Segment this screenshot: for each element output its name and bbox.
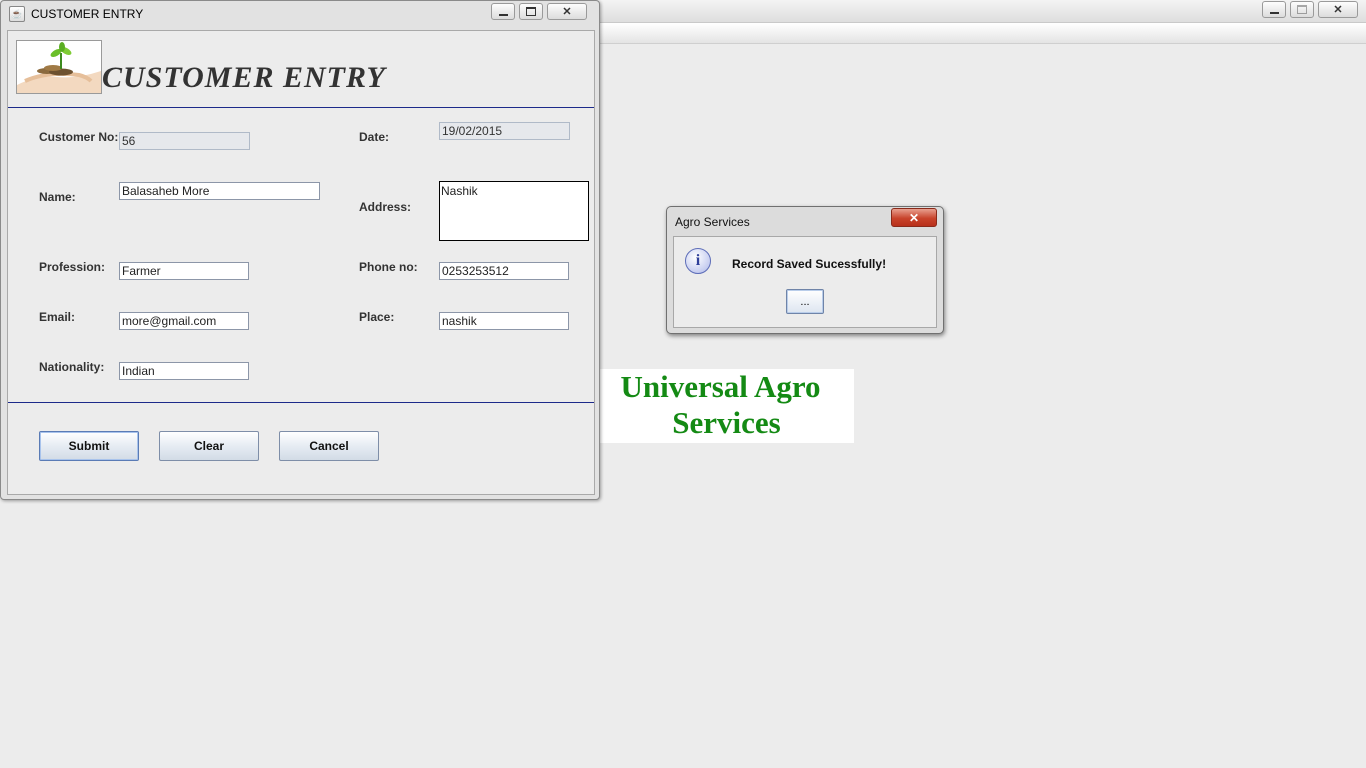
info-icon: i [685, 248, 711, 274]
company-banner: Universal Agro Services [599, 369, 854, 443]
agro-logo-image [16, 40, 102, 94]
address-textarea[interactable]: Nashik [439, 181, 589, 241]
main-maximize-button[interactable] [1290, 1, 1314, 18]
profession-field[interactable]: Farmer [119, 262, 249, 280]
email-label: Email: [39, 310, 76, 324]
customer-window-controls: ✕ [491, 3, 587, 20]
main-close-button[interactable]: ✕ [1318, 1, 1358, 18]
maximize-icon [1291, 2, 1313, 17]
close-icon: ✕ [1333, 4, 1343, 16]
close-icon: ✕ [908, 210, 920, 225]
email-field[interactable]: more@gmail.com [119, 312, 249, 330]
dialog-ok-button[interactable]: ... [786, 289, 824, 314]
message-dialog: Agro Services ✕ i Record Saved Sucessful… [666, 206, 944, 334]
name-field[interactable]: Balasaheb More [119, 182, 320, 200]
customer-entry-window: ☕ CUSTOMER ENTRY ✕ CUSTOMER ENTRY Custom… [0, 0, 600, 500]
phone-label: Phone no: [359, 260, 418, 274]
nationality-field[interactable]: Indian [119, 362, 249, 380]
window-title: CUSTOMER ENTRY [31, 7, 144, 21]
dialog-close-button[interactable]: ✕ [891, 208, 937, 227]
clear-button[interactable]: Clear [159, 431, 259, 461]
place-field[interactable]: nashik [439, 312, 569, 330]
java-app-icon: ☕ [9, 6, 25, 22]
submit-button[interactable]: Submit [39, 431, 139, 461]
main-window-controls: ✕ [1262, 1, 1358, 18]
name-label: Name: [39, 190, 76, 204]
date-label: Date: [359, 130, 390, 144]
minimize-icon [1263, 2, 1285, 17]
dialog-title: Agro Services [675, 215, 750, 229]
customer-no-label: Customer No: [39, 130, 119, 144]
date-field[interactable]: 19/02/2015 [439, 122, 570, 140]
customer-close-button[interactable]: ✕ [547, 3, 587, 20]
nationality-label: Nationality: [39, 360, 105, 374]
customer-maximize-button[interactable] [519, 3, 543, 20]
dialog-message: Record Saved Sucessfully! [732, 257, 887, 271]
cancel-button[interactable]: Cancel [279, 431, 379, 461]
banner-line-1: Universal Agro [620, 369, 821, 404]
main-minimize-button[interactable] [1262, 1, 1286, 18]
form-heading: CUSTOMER ENTRY [102, 61, 386, 94]
address-label: Address: [359, 200, 412, 214]
customer-no-field[interactable]: 56 [119, 132, 250, 150]
header-separator [8, 107, 594, 108]
banner-line-2: Services [672, 405, 781, 440]
close-icon: ✕ [562, 6, 572, 18]
customer-form-panel: CUSTOMER ENTRY Customer No: 56 Name: Bal… [7, 30, 595, 495]
minimize-icon [492, 4, 514, 19]
dialog-body: i Record Saved Sucessfully! ... [673, 236, 937, 328]
profession-label: Profession: [39, 260, 106, 274]
customer-minimize-button[interactable] [491, 3, 515, 20]
place-label: Place: [359, 310, 395, 324]
footer-separator [8, 402, 594, 403]
phone-field[interactable]: 0253253512 [439, 262, 569, 280]
maximize-icon [520, 4, 542, 19]
